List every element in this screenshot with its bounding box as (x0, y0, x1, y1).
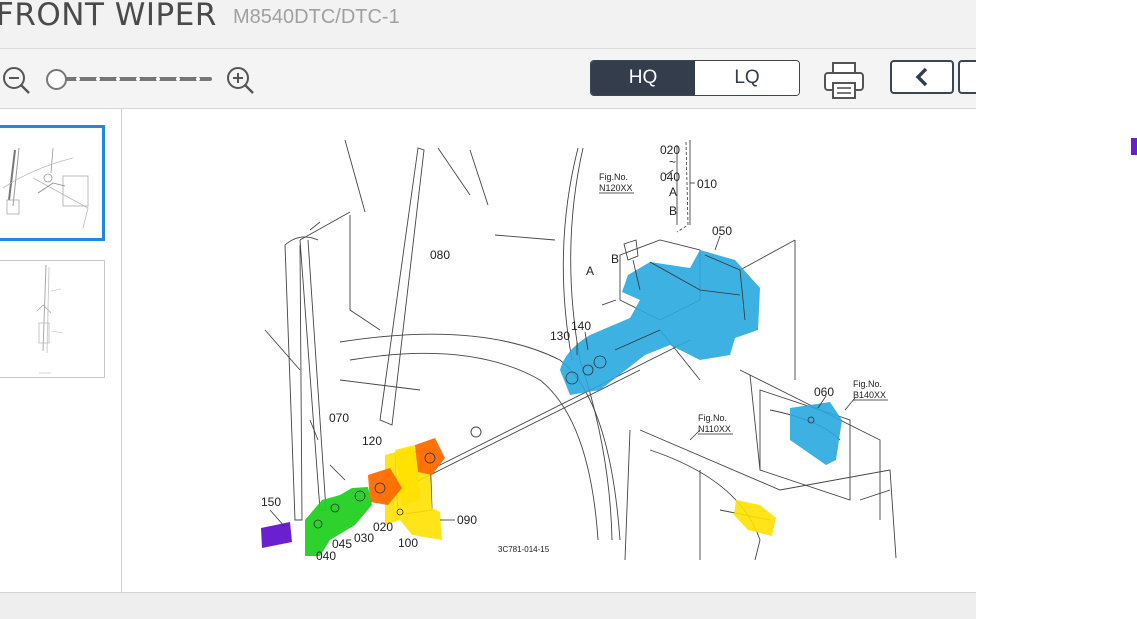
zoom-in-icon (227, 67, 254, 94)
hq-button[interactable]: HQ (591, 61, 695, 95)
label-070: 070 (329, 411, 349, 425)
label-060: 060 (814, 385, 834, 399)
print-button[interactable] (822, 61, 866, 101)
label-130: 130 (550, 329, 570, 343)
zoom-slider-tick (96, 77, 100, 81)
side-indicator (1131, 138, 1137, 155)
label-030: 030 (354, 531, 374, 545)
diagram-canvas[interactable]: 020 ~ 040 A B 010 050 A B 130 140 080 07… (122, 109, 976, 592)
label-a: A (586, 264, 594, 278)
lq-button[interactable]: LQ (695, 61, 799, 95)
zoom-slider-tick (136, 77, 140, 81)
thumbnail-page-2-image (36, 264, 64, 374)
exploded-parts-diagram: 020 ~ 040 A B 010 050 A B 130 140 080 07… (261, 139, 897, 563)
label-120: 120 (362, 434, 382, 448)
page-title: FRONT WIPER (0, 0, 217, 33)
zoom-slider-tick (196, 77, 200, 81)
label-020: 020 (373, 520, 393, 534)
previous-page-button[interactable] (890, 60, 954, 94)
label-ref-b: B (669, 204, 677, 218)
label-050: 050 (712, 224, 732, 238)
fig-ref-3-line2: B140XX (853, 390, 886, 400)
part-highlights (261, 250, 842, 556)
zoom-slider-tick (76, 77, 80, 81)
quality-toggle: HQ LQ (590, 60, 800, 96)
zoom-slider-tick (176, 77, 180, 81)
label-040: 040 (316, 549, 336, 563)
thumbnail-page-1[interactable] (0, 125, 105, 241)
highlight-clamp (734, 500, 776, 536)
label-140: 140 (571, 319, 591, 333)
zoom-out-icon (3, 67, 30, 94)
thumbnail-page-2[interactable] (0, 260, 105, 378)
status-bar (0, 592, 976, 619)
print-icon (824, 62, 864, 99)
label-ref-a: A (669, 185, 677, 199)
title-bar: FRONT WIPER M8540DTC/DTC-1 (0, 0, 976, 49)
label-150: 150 (261, 495, 281, 509)
highlight-bracket-060 (790, 402, 842, 465)
zoom-out-button[interactable] (0, 64, 32, 96)
fig-ref-2-line1: Fig.No. (698, 413, 727, 423)
fig-ref-2-line2: N110XX (698, 424, 731, 434)
chevron-left-icon (915, 67, 928, 87)
fig-ref-1-line1: Fig.No. (599, 172, 628, 182)
model-number: M8540DTC/DTC-1 (233, 6, 400, 28)
toolbar: HQ LQ (0, 49, 976, 109)
label-range-tilde: ~ (669, 155, 676, 169)
label-080: 080 (430, 248, 450, 262)
thumbnail-page-1-image (2, 147, 89, 229)
zoom-slider-handle[interactable] (46, 69, 67, 90)
fig-ref-3-line1: Fig.No. (853, 379, 882, 389)
zoom-slider[interactable] (46, 67, 214, 91)
label-b: B (611, 252, 619, 266)
label-100: 100 (398, 536, 418, 550)
zoom-in-button[interactable] (224, 64, 256, 96)
figure-references: Fig.No. N120XX Fig.No. N110XX Fig.No. B1… (498, 172, 888, 554)
label-090: 090 (457, 513, 477, 527)
label-range-end: 040 (660, 170, 680, 184)
part-detail-lines (269, 169, 856, 529)
zoom-slider-tick (116, 77, 120, 81)
label-010: 010 (697, 177, 717, 191)
highlight-cap-150 (261, 522, 292, 548)
next-page-button[interactable] (958, 60, 976, 94)
zoom-slider-tick (156, 77, 160, 81)
page-thumbnails (0, 109, 122, 592)
drawing-code: 3C781-014-15 (498, 545, 550, 554)
parts-viewer: FRONT WIPER M8540DTC/DTC-1 HQ LQ 020 ~ 0… (0, 0, 976, 619)
fig-ref-1-line2: N120XX (599, 183, 633, 193)
